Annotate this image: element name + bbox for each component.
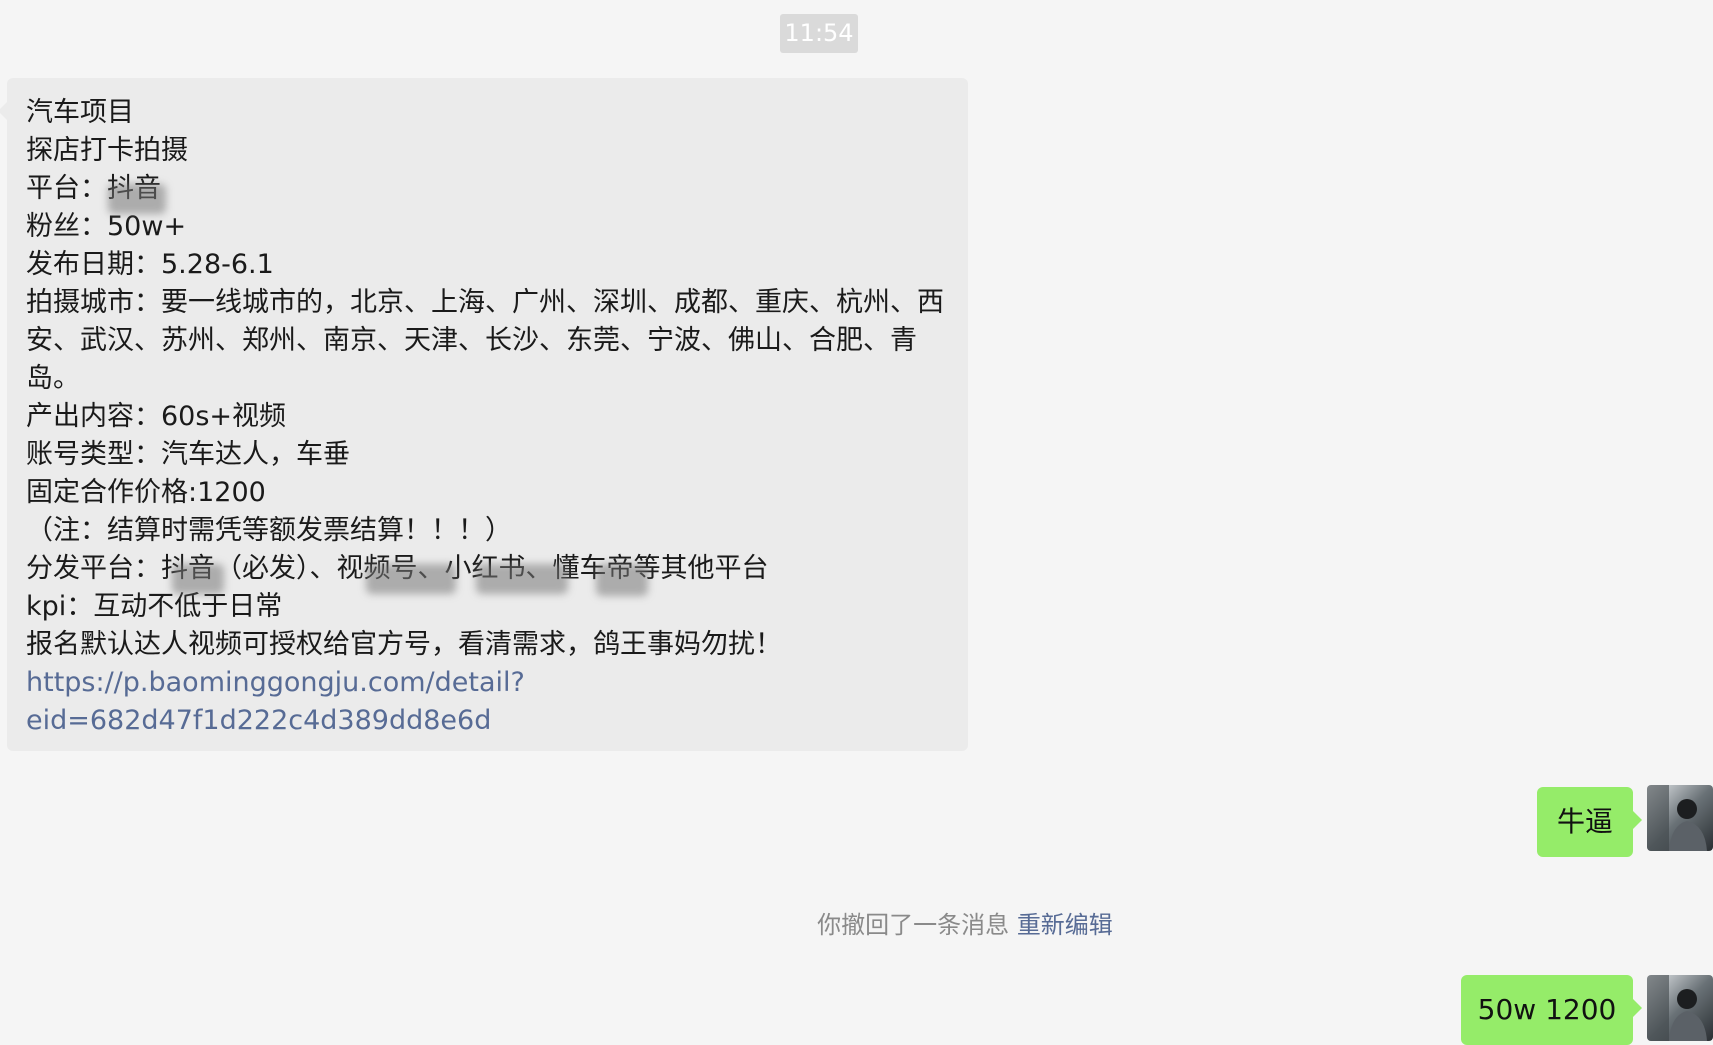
message-line: 汽车项目 [26, 97, 134, 128]
message-line: 发布日期：5.28-6.1 [26, 249, 274, 280]
message-link[interactable]: https://p.baominggongju.com/detail? [26, 664, 950, 702]
message-line: 拍摄城市：要一线城市的，北京、上海、广州、深圳、成都、重庆、杭州、西 [26, 287, 944, 318]
message-body: 汽车项目 探店打卡拍摄 平台：抖音 粉丝：50w+ 发布日期：5.28-6.1 … [26, 94, 950, 740]
recall-notice: 你撤回了一条消息 重新编辑 [0, 905, 1713, 940]
blur-mask [596, 564, 648, 596]
message-line: （注：结算时需凭等额发票结算！！！） [26, 515, 512, 546]
avatar-photo-icon [1647, 975, 1713, 1041]
avatar[interactable] [1647, 785, 1713, 851]
incoming-message-bubble[interactable]: 汽车项目 探店打卡拍摄 平台：抖音 粉丝：50w+ 发布日期：5.28-6.1 … [0, 78, 968, 751]
message-text: 牛逼 [1556, 805, 1613, 838]
message-line: 粉丝：50w+ [26, 211, 187, 242]
message-text: 50w 1200 [1477, 993, 1617, 1026]
message-line: 报名默认达人视频可授权给官方号，看清需求，鸽王事妈勿扰！ [26, 629, 782, 660]
outgoing-message-bubble[interactable]: 牛逼 [1537, 787, 1642, 857]
message-line: 固定合作价格:1200 [26, 477, 266, 508]
timestamp: 11:54 [780, 14, 858, 53]
avatar-photo-icon [1647, 785, 1713, 851]
blur-mask [108, 184, 166, 214]
blur-mask [476, 564, 568, 594]
message-line: 安、武汉、苏州、郑州、南京、天津、长沙、东莞、宁波、佛山、合肥、青 [26, 325, 917, 356]
message-link[interactable]: eid=682d47f1d222c4d389dd8e6d [26, 702, 950, 740]
message-line: 岛。 [26, 363, 80, 394]
avatar[interactable] [1647, 975, 1713, 1041]
recall-text: 你撤回了一条消息 [817, 911, 1010, 939]
blur-mask [172, 564, 224, 594]
message-line: 探店打卡拍摄 [26, 135, 188, 166]
blur-mask [366, 564, 456, 594]
reedit-link[interactable]: 重新编辑 [1017, 911, 1113, 939]
message-line: 产出内容：60s+视频 [26, 401, 287, 432]
message-line: 账号类型：汽车达人，车垂 [26, 439, 350, 470]
